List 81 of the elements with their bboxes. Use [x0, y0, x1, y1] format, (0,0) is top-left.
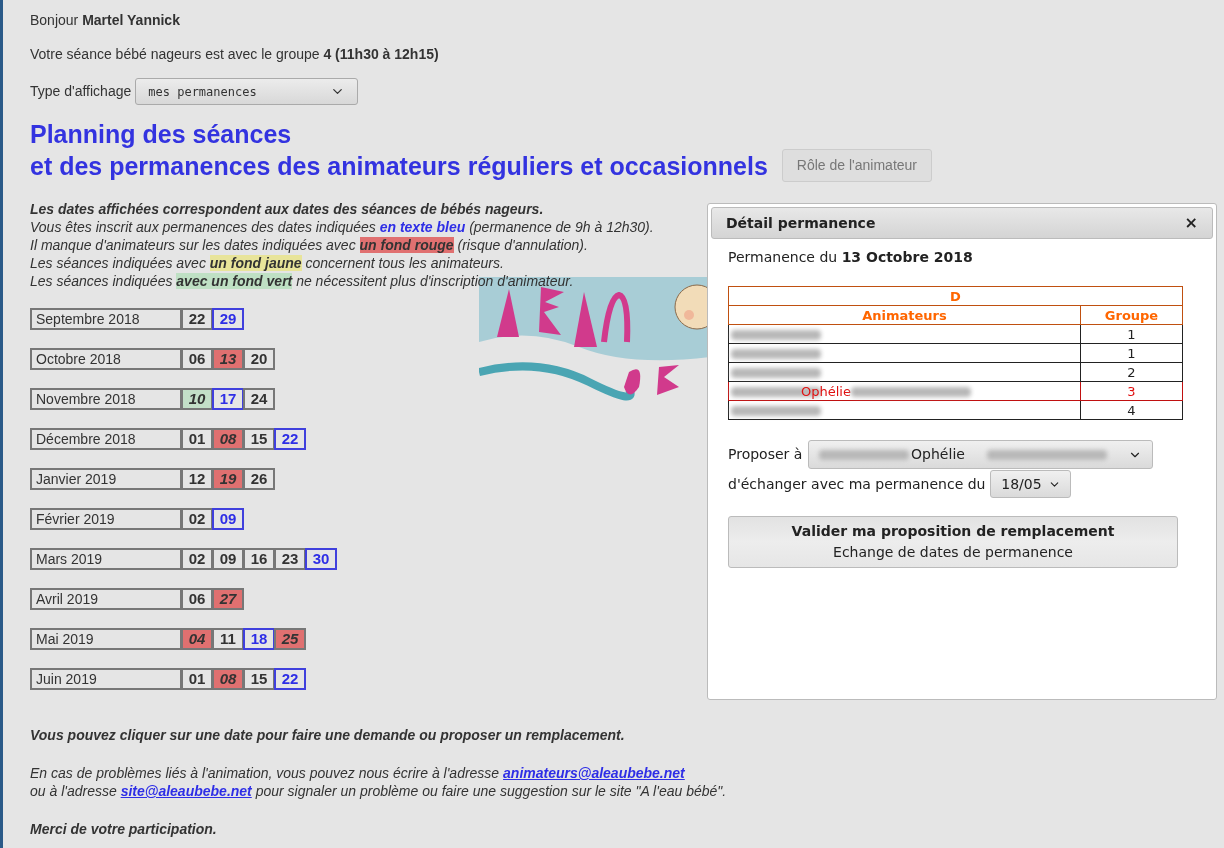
greeting-text: Bonjour Martel Yannick — [30, 11, 181, 30]
footer-text: ou à l'adresse site@aleaubebe.net pour signaler un problème ou faire une suggestion sur le site "A l'eau bébé". — [30, 782, 727, 800]
legend-text: Les séances indiquées avec un fond jaune concernent tous les animateurs. — [30, 254, 504, 272]
date-cell[interactable]: 24 — [243, 388, 275, 410]
date-cell[interactable]: 17 — [212, 388, 244, 410]
table-cell: 1 — [1080, 324, 1183, 344]
date-cell[interactable]: 01 — [181, 668, 213, 690]
month-label: Mai 2019 — [30, 628, 182, 650]
month-label: Juin 2019 — [30, 668, 182, 690]
date-cell[interactable]: 02 — [181, 548, 213, 570]
animator-row[interactable]: 1 — [728, 324, 1183, 344]
date-cell[interactable]: 29 — [212, 308, 244, 330]
footer-text: En cas de problèmes liés à l'animation, vous pouvez nous écrire à l'adresse animateurs@aleaubebe.net — [30, 764, 685, 782]
date-select[interactable]: 18/05 — [990, 470, 1072, 498]
date-cell[interactable]: 09 — [212, 508, 244, 530]
table-cell: 2 — [1080, 362, 1183, 382]
date-cell[interactable]: 12 — [181, 468, 213, 490]
date-cell[interactable]: 11 — [212, 628, 244, 650]
page-title: et des permanences des animateurs réguliers et occasionnels — [30, 150, 768, 181]
date-cell[interactable]: 13 — [212, 348, 244, 370]
animator-select[interactable]: Ophélie — [808, 440, 1154, 469]
email-link[interactable]: animateurs@aleaubebe.net — [503, 765, 685, 781]
animator-row[interactable]: 2 — [728, 362, 1183, 382]
date-cell[interactable]: 22 — [181, 308, 213, 330]
email-link[interactable]: site@aleaubebe.net — [120, 783, 252, 799]
date-cell[interactable]: 27 — [212, 588, 244, 610]
date-cell[interactable]: 08 — [212, 668, 244, 690]
month-label: Avril 2019 — [30, 588, 182, 610]
legend-text: Vous êtes inscrit aux permanences des dates indiquées en texte bleu (permanence de 9h à 12h30). — [30, 218, 654, 236]
display-type-select[interactable]: mes permanences — [135, 78, 359, 105]
close-button[interactable]: × — [1184, 215, 1198, 231]
display-type-label: Type d'affichage — [30, 82, 132, 101]
month-label: Janvier 2019 — [30, 468, 182, 490]
table-caption: D — [728, 286, 1183, 306]
date-cell[interactable]: 26 — [243, 468, 275, 490]
date-cell[interactable]: 19 — [212, 468, 244, 490]
date-cell[interactable]: 20 — [243, 348, 275, 370]
animator-row[interactable]: 4 — [728, 400, 1183, 420]
column-header: Animateurs — [728, 305, 1081, 325]
month-label: Septembre 2018 — [30, 308, 182, 330]
footer-text: Merci de votre participation. — [30, 820, 217, 838]
date-cell[interactable]: 16 — [243, 548, 275, 570]
month-label: Février 2019 — [30, 508, 182, 530]
column-header: Groupe — [1080, 305, 1183, 325]
table-cell: Ophélie — [728, 381, 1081, 401]
date-cell[interactable]: 09 — [212, 548, 244, 570]
propose-label: Proposer à — [728, 445, 803, 464]
month-label: Octobre 2018 — [30, 348, 182, 370]
legend-text: Les dates affichées correspondent aux dates des séances de bébés nageurs. — [30, 200, 544, 218]
date-cell[interactable]: 01 — [181, 428, 213, 450]
footer-text: Vous pouvez cliquer sur une date pour faire une demande ou proposer un remplacement. — [30, 726, 625, 744]
date-cell[interactable]: 22 — [274, 428, 306, 450]
date-cell[interactable]: 08 — [212, 428, 244, 450]
table-cell: 1 — [1080, 343, 1183, 363]
animator-row[interactable]: 1 — [728, 343, 1183, 363]
date-cell[interactable]: 18 — [243, 628, 275, 650]
date-cell[interactable]: 23 — [274, 548, 306, 570]
date-cell[interactable]: 06 — [181, 348, 213, 370]
submit-button[interactable]: Valider ma proposition de remplacement Echange de dates de permanence — [728, 516, 1178, 568]
date-cell[interactable]: 06 — [181, 588, 213, 610]
page-title: Planning des séances — [30, 119, 293, 149]
month-label: Novembre 2018 — [30, 388, 182, 410]
month-label: Mars 2019 — [30, 548, 182, 570]
table-cell: 3 — [1080, 381, 1183, 401]
date-cell[interactable]: 15 — [243, 428, 275, 450]
date-cell[interactable]: 15 — [243, 668, 275, 690]
date-cell[interactable]: 04 — [181, 628, 213, 650]
table-cell: 4 — [1080, 400, 1183, 420]
date-cell[interactable]: 22 — [274, 668, 306, 690]
legend-text: Les séances indiquées avec un fond vert ne nécessitent plus d'inscription d'animateur. — [30, 272, 574, 290]
date-cell[interactable]: 25 — [274, 628, 306, 650]
month-label: Décembre 2018 — [30, 428, 182, 450]
exchange-label: d'échanger avec ma permanence du — [728, 474, 986, 494]
permanence-date: Permanence du 13 Octobre 2018 — [728, 248, 974, 267]
animator-row[interactable]: Ophélie 3 — [728, 381, 1183, 401]
session-text: Votre séance bébé nageurs est avec le groupe 4 (11h30 à 12h15) — [30, 45, 440, 64]
dialog-title: Détail permanence — [726, 213, 876, 233]
date-cell[interactable]: 30 — [305, 548, 337, 570]
date-cell[interactable]: 10 — [181, 388, 213, 410]
legend-text: Il manque d'animateurs sur les dates indiquées avec un fond rouge (risque d'annulation). — [30, 236, 588, 254]
date-cell[interactable]: 02 — [181, 508, 213, 530]
